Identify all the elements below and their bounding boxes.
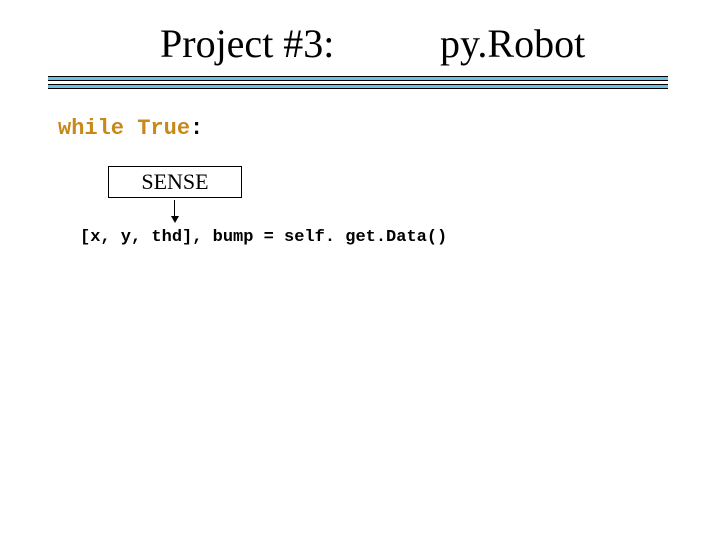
arrow-down-icon <box>174 200 176 222</box>
while-keyword: while <box>58 116 124 141</box>
true-keyword: True <box>137 116 190 141</box>
sense-box: SENSE <box>108 166 242 198</box>
while-statement: while True: <box>58 116 203 141</box>
title-left: Project #3: <box>160 20 334 67</box>
code-line: [x, y, thd], bump = self. get.Data() <box>80 228 447 247</box>
sense-label: SENSE <box>141 169 208 195</box>
colon: : <box>190 116 203 141</box>
title-underline <box>48 76 668 89</box>
title-right: py.Robot <box>440 20 585 67</box>
